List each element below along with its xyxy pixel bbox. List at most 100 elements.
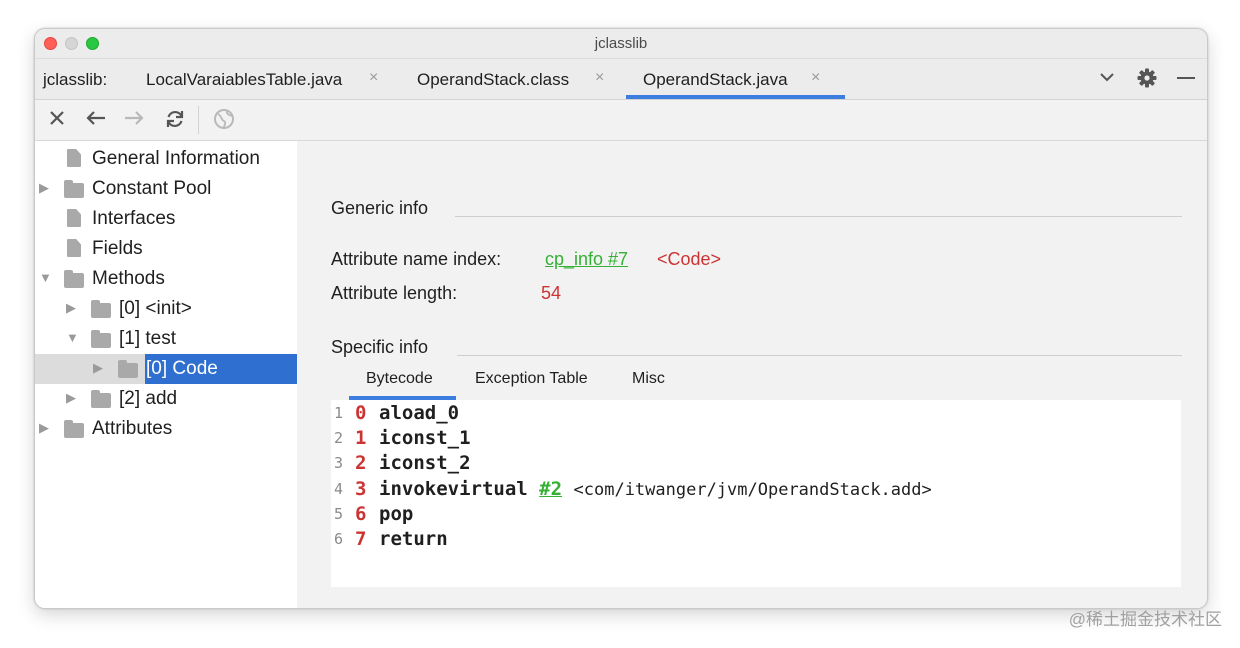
tree-item-label: Methods <box>92 268 165 289</box>
folder-icon <box>91 330 111 348</box>
line-number: 6 <box>333 530 343 548</box>
toolbar <box>35 100 1207 141</box>
generic-info-title: Generic info <box>331 198 429 218</box>
bytecode-offset: 6 <box>355 503 367 525</box>
file-icon <box>67 209 81 227</box>
tree-item-code-attribute[interactable]: ▶ [0] Code <box>35 354 297 384</box>
folder-icon <box>64 270 84 288</box>
bytecode-offset: 2 <box>355 452 367 474</box>
tab-close-icon[interactable]: × <box>369 69 378 87</box>
tree-item-label: [0] <init> <box>119 298 192 319</box>
bytecode-line: 4 3 invokevirtual #2 <com/itwanger/jvm/O… <box>331 477 1181 502</box>
attribute-length-label: Attribute length: <box>331 283 458 303</box>
app-window: jclasslib jclasslib: LocalVaraiablesTabl… <box>34 28 1208 609</box>
folder-icon <box>64 180 84 198</box>
line-number: 5 <box>333 505 343 523</box>
tree-item-method-init[interactable]: ▶ [0] <init> <box>35 294 297 324</box>
bytecode-offset: 3 <box>355 478 367 500</box>
bytecode-instruction: invokevirtual <box>379 478 528 500</box>
tree-item-attributes[interactable]: ▶ Attributes <box>35 414 297 444</box>
line-number: 1 <box>333 404 343 422</box>
chevron-down-icon[interactable] <box>1098 68 1116 92</box>
expand-arrow-icon[interactable]: ▶ <box>39 420 49 436</box>
attribute-name-index-label: Attribute name index: <box>331 249 502 269</box>
tree-item-label: Fields <box>92 238 143 259</box>
expand-arrow-icon[interactable]: ▶ <box>66 300 76 316</box>
bytecode-instruction-group: invokevirtual #2 <com/itwanger/jvm/Opera… <box>379 478 932 500</box>
tab-label: OperandStack.java <box>643 70 788 89</box>
collapse-arrow-icon[interactable]: ▼ <box>39 270 52 285</box>
bytecode-offset: 1 <box>355 427 367 449</box>
title-bar: jclasslib <box>35 29 1207 59</box>
expand-arrow-icon[interactable]: ▶ <box>39 180 49 196</box>
globe-icon[interactable] <box>213 108 235 134</box>
expand-arrow-icon[interactable]: ▶ <box>93 360 103 376</box>
arrow-left-icon[interactable] <box>85 109 107 131</box>
specific-info-title: Specific info <box>331 337 429 357</box>
tree-item-method-add[interactable]: ▶ [2] add <box>35 384 297 414</box>
toolbar-separator <box>198 106 199 134</box>
line-number: 3 <box>333 454 343 472</box>
constant-pool-ref-link[interactable]: #2 <box>539 478 562 500</box>
tree-item-label: [0] Code <box>146 358 218 379</box>
tab-exception-table[interactable]: Exception Table <box>475 370 588 388</box>
bytecode-instruction: iconst_2 <box>379 452 471 474</box>
section-divider <box>457 355 1182 356</box>
bytecode-instruction: aload_0 <box>379 402 460 424</box>
file-icon <box>67 149 81 167</box>
tab-label: LocalVaraiablesTable.java <box>146 70 343 89</box>
cp-info-link[interactable]: cp_info #7 <box>545 249 628 270</box>
bytecode-offset: 0 <box>355 402 367 424</box>
bytecode-offset: 7 <box>355 528 367 550</box>
folder-icon <box>91 390 111 408</box>
close-icon[interactable] <box>48 109 66 131</box>
line-number: 2 <box>333 429 343 447</box>
bytecode-instruction: return <box>379 528 448 550</box>
bytecode-view[interactable]: 1 0 aload_0 2 1 iconst_1 3 2 iconst_2 4 … <box>331 400 1181 587</box>
tab-operandstack-class[interactable]: OperandStack.class × <box>417 59 617 99</box>
tree-item-label: [1] test <box>119 328 177 349</box>
folder-icon <box>91 300 111 318</box>
tab-misc[interactable]: Misc <box>632 370 665 388</box>
expand-arrow-icon[interactable]: ▶ <box>66 390 76 406</box>
tree-item-constant-pool[interactable]: ▶ Constant Pool <box>35 174 297 204</box>
detail-pane: Generic info Attribute name index: cp_in… <box>297 141 1207 608</box>
gear-icon[interactable] <box>1136 67 1158 95</box>
tree-item-methods[interactable]: ▼ Methods <box>35 264 297 294</box>
tree-item-interfaces[interactable]: Interfaces <box>35 204 297 234</box>
active-tab-indicator <box>626 95 845 99</box>
tree-item-general-information[interactable]: General Information <box>35 144 297 174</box>
structure-tree: General Information ▶ Constant Pool Inte… <box>35 141 297 608</box>
tree-item-label: Interfaces <box>92 208 176 229</box>
tree-item-fields[interactable]: Fields <box>35 234 297 264</box>
tab-label: OperandStack.class <box>417 70 570 89</box>
tab-bar: jclasslib: LocalVaraiablesTable.java × O… <box>35 59 1207 100</box>
refresh-icon[interactable] <box>164 108 186 134</box>
watermark: @稀土掘金技术社区 <box>1068 610 1222 629</box>
tab-close-icon[interactable]: × <box>595 69 604 87</box>
bytecode-comment: <com/itwanger/jvm/OperandStack.add> <box>573 480 932 500</box>
tab-close-icon[interactable]: × <box>811 69 820 87</box>
tree-item-method-test[interactable]: ▼ [1] test <box>35 324 297 354</box>
section-divider <box>455 216 1182 217</box>
attribute-length-value: 54 <box>541 283 562 303</box>
tab-operandstack-java[interactable]: OperandStack.java × <box>626 59 845 99</box>
collapse-arrow-icon[interactable]: ▼ <box>66 330 79 345</box>
tab-bytecode[interactable]: Bytecode <box>366 370 433 388</box>
arrow-right-icon[interactable] <box>123 109 145 131</box>
tree-item-label: Attributes <box>92 418 173 439</box>
bytecode-instruction: pop <box>379 503 414 525</box>
attribute-name-value: <Code> <box>657 249 722 269</box>
folder-icon <box>118 360 138 378</box>
line-number: 4 <box>333 480 343 498</box>
tab-localvariablestable-java[interactable]: LocalVaraiablesTable.java × <box>146 59 386 99</box>
bytecode-instruction: iconst_1 <box>379 427 471 449</box>
tree-item-label: Constant Pool <box>92 178 212 199</box>
tree-item-label: [2] add <box>119 388 178 409</box>
minimize-icon[interactable] <box>1176 68 1196 94</box>
folder-icon <box>64 420 84 438</box>
tree-item-label: General Information <box>92 148 260 169</box>
window-title: jclasslib <box>594 35 648 52</box>
file-icon <box>67 239 81 257</box>
tabs-prefix-label: jclasslib: <box>43 70 108 89</box>
